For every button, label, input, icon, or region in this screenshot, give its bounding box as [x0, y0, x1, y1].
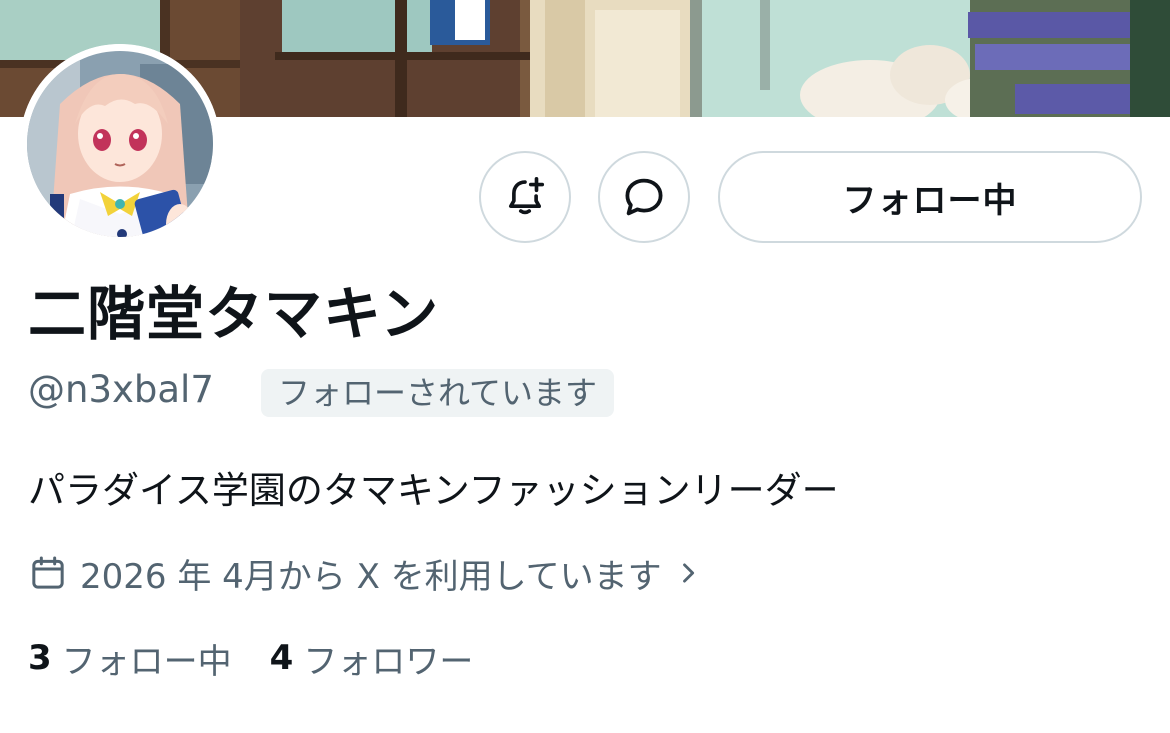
- notify-button[interactable]: [479, 151, 571, 243]
- chevron-right-icon: [674, 559, 702, 587]
- message-bubble-icon: [620, 173, 668, 221]
- follows-you-badge: フォローされています: [261, 369, 615, 417]
- bell-plus-icon: [502, 174, 548, 220]
- follow-stats: 3 フォロー中 4 フォロワー: [28, 633, 511, 683]
- followers-stat[interactable]: 4 フォロワー: [270, 634, 474, 683]
- joined-date-text: 2026 年 4月から X を利用しています: [80, 556, 662, 597]
- display-name: 二階堂タマキン: [28, 280, 440, 348]
- profile-page: フォロー中 二階堂タマキン @n3xbal7 フォローされています パラダイス学…: [0, 0, 1170, 733]
- profile-bio: パラダイス学園のタマキンファッションリーダー: [28, 469, 839, 512]
- following-count: 3: [28, 638, 52, 678]
- profile-avatar[interactable]: [20, 44, 220, 244]
- calendar-icon: [28, 553, 68, 593]
- followers-label: フォロワー: [303, 641, 474, 682]
- joined-date-link[interactable]: 2026 年 4月から X を利用しています: [28, 548, 702, 598]
- following-stat[interactable]: 3 フォロー中: [28, 634, 232, 683]
- user-handle: @n3xbal7: [28, 368, 214, 411]
- following-label: フォロー中: [61, 641, 232, 682]
- followers-count: 4: [269, 638, 294, 678]
- following-button[interactable]: フォロー中: [718, 151, 1142, 243]
- message-button[interactable]: [598, 151, 690, 243]
